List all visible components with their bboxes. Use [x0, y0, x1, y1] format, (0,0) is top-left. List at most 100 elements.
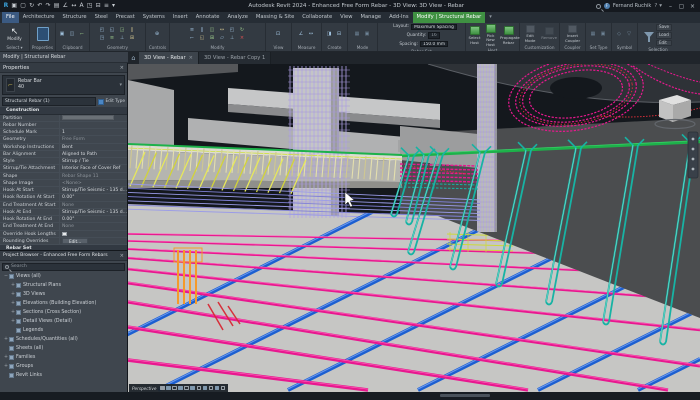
- property-value[interactable]: None: [60, 202, 127, 208]
- property-value[interactable]: Stirrup/Tie Seismic - 135 d...: [60, 209, 127, 215]
- selection-save-button[interactable]: Save: [655, 24, 673, 31]
- tree-item-groups[interactable]: + Groups: [0, 362, 127, 371]
- property-value[interactable]: None: [60, 223, 127, 229]
- tree-item-families[interactable]: + Families: [0, 353, 127, 362]
- 3d-viewport[interactable]: [128, 64, 700, 392]
- delete-icon[interactable]: ×: [238, 35, 246, 42]
- properties-palette-icon[interactable]: [36, 27, 49, 41]
- property-value[interactable]: 1: [60, 129, 127, 135]
- ribbon-tab--[interactable]: ▾: [485, 12, 496, 23]
- close-icon[interactable]: ×: [189, 52, 193, 64]
- ribbon-tab-add-ins[interactable]: Add-Ins: [385, 12, 412, 23]
- sync-icon[interactable]: ↻: [29, 0, 34, 12]
- browser-search-input[interactable]: Search: [2, 262, 125, 271]
- mirror-icon[interactable]: ◫: [208, 27, 216, 34]
- split-icon[interactable]: ◱: [198, 35, 206, 42]
- edit-family-icon[interactable]: ▣: [363, 31, 371, 38]
- checkbox[interactable]: [62, 231, 67, 236]
- ribbon-tab-file[interactable]: File: [2, 12, 19, 23]
- copy-icon[interactable]: ◰: [228, 27, 236, 34]
- show-crop-icon[interactable]: [190, 385, 195, 391]
- ribbon-tab-analyze[interactable]: Analyze: [223, 12, 251, 23]
- section-header-construction[interactable]: Construction: [0, 107, 127, 115]
- sun-path-icon[interactable]: [172, 385, 177, 391]
- modify-button[interactable]: ↖ Modify: [7, 27, 22, 42]
- panel-label-select[interactable]: Select ▾: [0, 44, 29, 51]
- tree-item-legends[interactable]: Legends: [0, 326, 127, 335]
- property-value[interactable]: 0.00°: [60, 216, 127, 222]
- move-icon[interactable]: ↔: [218, 27, 226, 34]
- pin-icon[interactable]: ⊥: [118, 35, 126, 42]
- property-value[interactable]: Rebar Shape 11: [60, 173, 127, 179]
- trim-icon[interactable]: ⌐: [188, 35, 196, 42]
- paste-icon[interactable]: ▣: [58, 31, 66, 38]
- search-icon[interactable]: [595, 3, 601, 9]
- visual-style-icon[interactable]: [166, 385, 171, 391]
- restore-button[interactable]: ▢: [676, 3, 687, 10]
- rebar-set-type-icon[interactable]: ▣: [599, 31, 607, 38]
- ribbon-tab-massing-site[interactable]: Massing & Site: [252, 12, 298, 23]
- ribbon-tab-precast[interactable]: Precast: [112, 12, 139, 23]
- join-icon[interactable]: ◲: [118, 27, 126, 34]
- property-value[interactable]: [60, 114, 127, 121]
- remove-button[interactable]: Remove: [540, 27, 558, 40]
- match-type-icon[interactable]: ⌐: [78, 31, 86, 38]
- rotate-icon[interactable]: ↻: [238, 27, 246, 34]
- property-value[interactable]: 0.00°: [60, 194, 127, 200]
- redo-icon[interactable]: ↷: [46, 0, 51, 12]
- activate-controls-icon[interactable]: ⊕: [153, 31, 161, 38]
- text-icon[interactable]: A: [79, 0, 83, 12]
- shadows-icon[interactable]: [178, 385, 183, 391]
- selection-load-button[interactable]: Load: [655, 31, 673, 39]
- edit-type-button[interactable]: Edit Type: [98, 98, 125, 105]
- help-icon[interactable]: ?: [654, 3, 657, 9]
- align-icon[interactable]: ≡: [108, 35, 116, 42]
- element-filter-select[interactable]: Structural Rebar (1): [2, 97, 97, 106]
- displacement-icon[interactable]: [220, 385, 226, 391]
- customize-qat-icon[interactable]: ▾: [112, 0, 115, 12]
- offset-icon[interactable]: ∥: [128, 27, 136, 34]
- aligned-dimension-icon[interactable]: ↔: [71, 0, 76, 12]
- quantity-field[interactable]: 16: [428, 32, 440, 39]
- property-value[interactable]: [60, 231, 127, 237]
- view-tab-3d-view-rebar-copy-1[interactable]: 3D View - Rebar Copy 1: [198, 52, 272, 64]
- ribbon-tab-modify-structural-rebar[interactable]: Modify | Structural Rebar: [412, 12, 486, 23]
- section-icon[interactable]: ⊟: [96, 0, 101, 12]
- pick-new-host-button[interactable]: Pick New Host: [483, 24, 498, 47]
- create-similar-icon[interactable]: ◨: [325, 31, 333, 38]
- property-value[interactable]: Edit...: [60, 238, 127, 244]
- offset-icon[interactable]: ∥: [198, 27, 206, 34]
- array-icon[interactable]: ⊞: [208, 35, 216, 42]
- scale-icon[interactable]: ▱: [218, 35, 226, 42]
- tree-item-views-all-[interactable]: − Views (all): [0, 272, 127, 281]
- dimension-icon[interactable]: ↔: [307, 31, 315, 38]
- measure-icon[interactable]: ∠: [63, 0, 68, 12]
- ribbon-tab-annotate[interactable]: Annotate: [192, 12, 224, 23]
- tree-item-revit-links[interactable]: Revit Links: [0, 371, 127, 380]
- minimize-button[interactable]: –: [665, 3, 676, 10]
- revit-logo-icon[interactable]: R: [4, 0, 9, 12]
- project-browser-close-icon[interactable]: ×: [120, 251, 124, 260]
- property-value[interactable]: Interior Face of Cover Ref: [60, 165, 127, 171]
- selection-edit-button[interactable]: Edit: [655, 39, 673, 47]
- chevron-down-icon[interactable]: ▾: [119, 82, 122, 88]
- tree-item-3d-views[interactable]: +3D Views: [0, 290, 127, 299]
- temporary-properties-icon[interactable]: [208, 385, 214, 391]
- tree-item-detail-views-detail-[interactable]: + Detail Views (Detail): [0, 317, 127, 326]
- insert-coupler-button[interactable]: Insert Coupler: [563, 25, 582, 43]
- tree-item-elevations-building-elevation-[interactable]: + Elevations (Building Elevation): [0, 299, 127, 308]
- spacing-field[interactable]: 150.0 mm: [419, 40, 449, 48]
- tree-item-sheets-all-[interactable]: Sheets (all): [0, 344, 127, 353]
- rebar-set-display-icon[interactable]: ▦: [589, 31, 597, 38]
- save-icon[interactable]: ▣: [11, 0, 17, 12]
- create-group-icon[interactable]: ⊟: [335, 31, 343, 38]
- pin-icon[interactable]: ⊥: [228, 35, 236, 42]
- undo-icon[interactable]: ↶: [37, 0, 42, 12]
- property-value[interactable]: Stirrup / Tie: [60, 158, 127, 164]
- property-value[interactable]: <None>: [60, 180, 127, 186]
- property-value[interactable]: Stirrup/Tie Seismic - 135 d...: [60, 187, 127, 193]
- symbol-style-icon[interactable]: ◇: [615, 31, 623, 38]
- home-icon[interactable]: ⌂: [128, 52, 139, 64]
- split-face-icon[interactable]: ◳: [98, 35, 106, 42]
- property-value[interactable]: Aligned to Path: [60, 151, 127, 157]
